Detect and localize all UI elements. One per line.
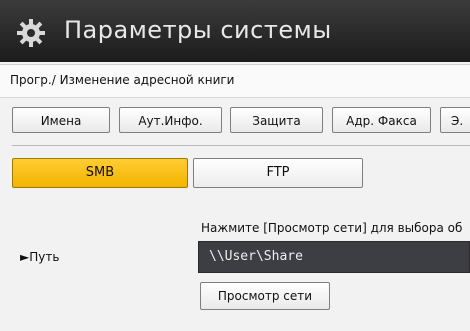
gear-icon [17,19,45,47]
browse-network-button[interactable]: Просмотр сети [200,282,330,310]
protocol-ftp-button[interactable]: FTP [193,158,363,188]
window-title: Параметры системы [64,16,332,44]
tab-fax-address[interactable]: Адр. Факса [332,107,431,133]
tab-names[interactable]: Имена [12,107,110,133]
tab-auth-info[interactable]: Аут.Инфо. [119,107,222,133]
breadcrumb: Прогр./ Изменение адресной книги [10,73,235,87]
tab-security[interactable]: Защита [230,107,323,133]
title-bar: Параметры системы [0,0,470,62]
browse-hint: Нажмите [Просмотр сети] для выбора об [201,221,463,235]
protocol-smb-button[interactable]: SMB [12,158,188,188]
tab-email[interactable]: Э. [440,107,470,133]
divider [12,145,470,146]
path-field[interactable]: \\User\Share [198,241,470,273]
tab-strip: Имена Аут.Инфо. Защита Адр. Факса Э. [0,101,470,137]
breadcrumb-bar: Прогр./ Изменение адресной книги [0,64,470,98]
path-label: ►Путь [20,250,60,264]
